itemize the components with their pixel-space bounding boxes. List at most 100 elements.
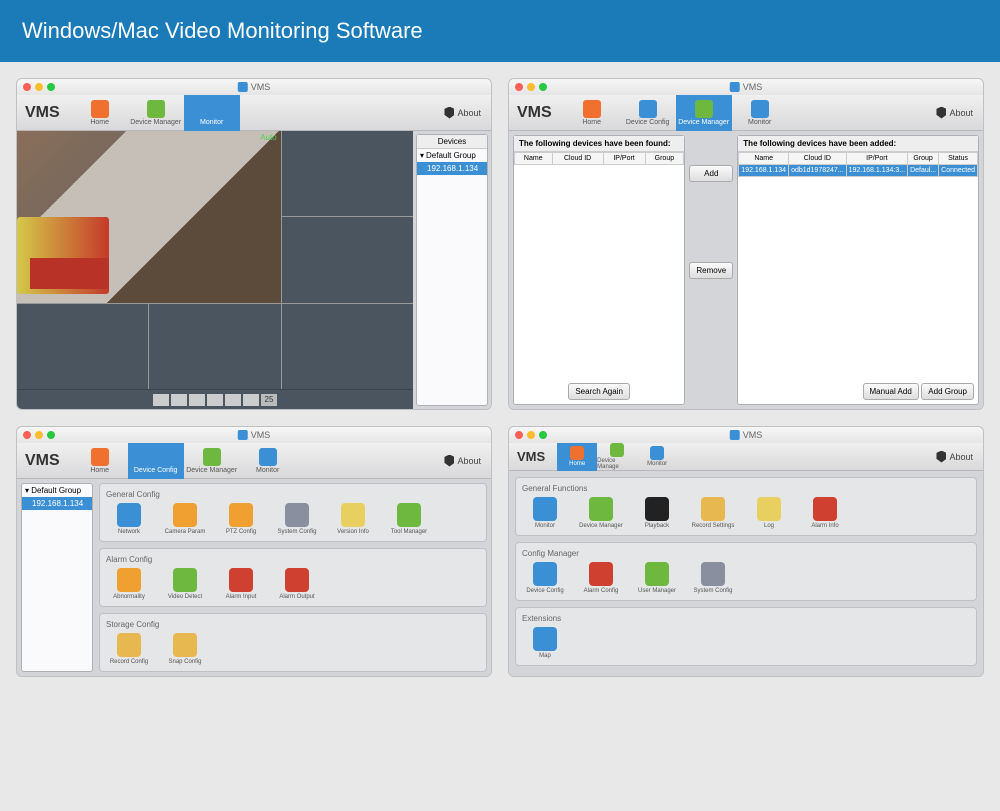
map-item[interactable]: Map xyxy=(522,627,568,659)
video-cell[interactable] xyxy=(282,304,413,389)
search-again-button[interactable]: Search Again xyxy=(568,383,630,400)
add-button[interactable]: Add xyxy=(689,165,733,182)
record-config-item[interactable]: Record Config xyxy=(106,633,152,665)
nav-device-manager[interactable]: Device Manager xyxy=(128,95,184,131)
tree-device[interactable]: 192.168.1.134 xyxy=(417,162,487,175)
about-button[interactable]: About xyxy=(444,455,481,467)
maximize-icon[interactable] xyxy=(47,83,55,91)
nav-home[interactable]: Home xyxy=(564,95,620,131)
about-button[interactable]: About xyxy=(936,107,973,119)
device-manager-icon xyxy=(589,497,613,521)
home-icon xyxy=(91,100,109,118)
ptz-config-item[interactable]: PTZ Config xyxy=(218,503,264,535)
system-config-item[interactable]: System Config xyxy=(690,562,736,594)
layout-9-icon[interactable] xyxy=(225,394,241,406)
about-button[interactable]: About xyxy=(444,107,481,119)
close-icon[interactable] xyxy=(23,431,31,439)
device-manager-item[interactable]: Device Manager xyxy=(578,497,624,529)
nav-device-manage[interactable]: Device Manage xyxy=(597,443,637,471)
alarm-in-icon xyxy=(229,568,253,592)
tool-manager-item[interactable]: Tool Manager xyxy=(386,503,432,535)
alarm-input-item[interactable]: Alarm Input xyxy=(218,568,264,600)
col-group[interactable]: Group xyxy=(645,153,684,165)
about-button[interactable]: About xyxy=(936,451,973,463)
minimize-icon[interactable] xyxy=(527,431,535,439)
record-settings-item[interactable]: Record Settings xyxy=(690,497,736,529)
nav-home[interactable]: Home xyxy=(72,95,128,131)
snap-config-item[interactable]: Snap Config xyxy=(162,633,208,665)
table-row[interactable]: 192.168.1.134odb1d1978247...192.168.1.13… xyxy=(739,165,978,177)
nav-device-config[interactable]: Device Config xyxy=(128,443,184,479)
add-group-button[interactable]: Add Group xyxy=(921,383,974,400)
close-icon[interactable] xyxy=(515,431,523,439)
manual-add-button[interactable]: Manual Add xyxy=(863,383,919,400)
log-icon xyxy=(757,497,781,521)
tree-group[interactable]: ▾ Default Group xyxy=(22,484,92,497)
layout-16-icon[interactable] xyxy=(243,394,259,406)
video-detect-item[interactable]: Video Detect xyxy=(162,568,208,600)
grid-layout-controls: 25 xyxy=(17,389,413,409)
col-name[interactable]: Name xyxy=(515,153,553,165)
system-config-item[interactable]: System Config xyxy=(274,503,320,535)
maximize-icon[interactable] xyxy=(47,431,55,439)
nav-monitor[interactable]: Monitor xyxy=(184,95,240,131)
tree-group[interactable]: ▾Default Group xyxy=(417,149,487,162)
tree-device[interactable]: 192.168.1.134 xyxy=(22,497,92,510)
layout-8-icon[interactable] xyxy=(207,394,223,406)
minimize-icon[interactable] xyxy=(35,83,43,91)
nav-monitor[interactable]: Monitor xyxy=(240,443,296,479)
col-ipport[interactable]: IP/Port xyxy=(846,153,907,165)
chevron-icon: ▾ xyxy=(420,151,424,160)
network-item[interactable]: Network xyxy=(106,503,152,535)
device-config-icon xyxy=(533,562,557,586)
window-title: VMS xyxy=(743,82,763,92)
nav-device-manager[interactable]: Device Manager xyxy=(184,443,240,479)
nav-device-config[interactable]: Device Config xyxy=(620,95,676,131)
video-cell[interactable] xyxy=(282,131,413,216)
col-cloudid[interactable]: Cloud ID xyxy=(789,153,847,165)
video-cell-live[interactable]: Auto xyxy=(17,131,281,303)
home-icon xyxy=(91,448,109,466)
video-cell[interactable] xyxy=(17,304,148,389)
video-cell[interactable] xyxy=(149,304,280,389)
video-cell[interactable] xyxy=(282,217,413,302)
minimize-icon[interactable] xyxy=(527,83,535,91)
camera-param-item[interactable]: Camera Param xyxy=(162,503,208,535)
playback-item[interactable]: Playback xyxy=(634,497,680,529)
layout-4-icon[interactable] xyxy=(171,394,187,406)
nav-home[interactable]: Home xyxy=(557,443,597,471)
alarm-config-section: Alarm Config Abnormality Video Detect Al… xyxy=(99,548,487,607)
col-name[interactable]: Name xyxy=(739,153,789,165)
ptz-icon xyxy=(229,503,253,527)
maximize-icon[interactable] xyxy=(539,83,547,91)
col-group[interactable]: Group xyxy=(908,153,939,165)
layout-1-icon[interactable] xyxy=(153,394,169,406)
col-cloudid[interactable]: Cloud ID xyxy=(552,153,603,165)
alarm-output-item[interactable]: Alarm Output xyxy=(274,568,320,600)
nav-monitor[interactable]: Monitor xyxy=(637,443,677,471)
version-info-item[interactable]: Version Info xyxy=(330,503,376,535)
alarm-info-item[interactable]: Alarm Info xyxy=(802,497,848,529)
tool-icon xyxy=(397,503,421,527)
close-icon[interactable] xyxy=(23,83,31,91)
user-manager-item[interactable]: User Manager xyxy=(634,562,680,594)
monitor-item[interactable]: Monitor xyxy=(522,497,568,529)
log-item[interactable]: Log xyxy=(746,497,792,529)
nav-home[interactable]: Home xyxy=(72,443,128,479)
nav-monitor[interactable]: Monitor xyxy=(732,95,788,131)
remove-button[interactable]: Remove xyxy=(689,262,733,279)
device-config-item[interactable]: Device Config xyxy=(522,562,568,594)
warning-icon xyxy=(117,568,141,592)
close-icon[interactable] xyxy=(515,83,523,91)
device-config-icon xyxy=(147,448,165,466)
col-ipport[interactable]: IP/Port xyxy=(603,153,645,165)
abnormality-item[interactable]: Abnormality xyxy=(106,568,152,600)
maximize-icon[interactable] xyxy=(539,431,547,439)
col-status[interactable]: Status xyxy=(939,153,978,165)
layout-6-icon[interactable] xyxy=(189,394,205,406)
nav-device-manager[interactable]: Device Manager xyxy=(676,95,732,131)
layout-25-icon[interactable]: 25 xyxy=(261,394,277,406)
section-title: General Functions xyxy=(522,484,970,493)
minimize-icon[interactable] xyxy=(35,431,43,439)
alarm-config-item[interactable]: Alarm Config xyxy=(578,562,624,594)
